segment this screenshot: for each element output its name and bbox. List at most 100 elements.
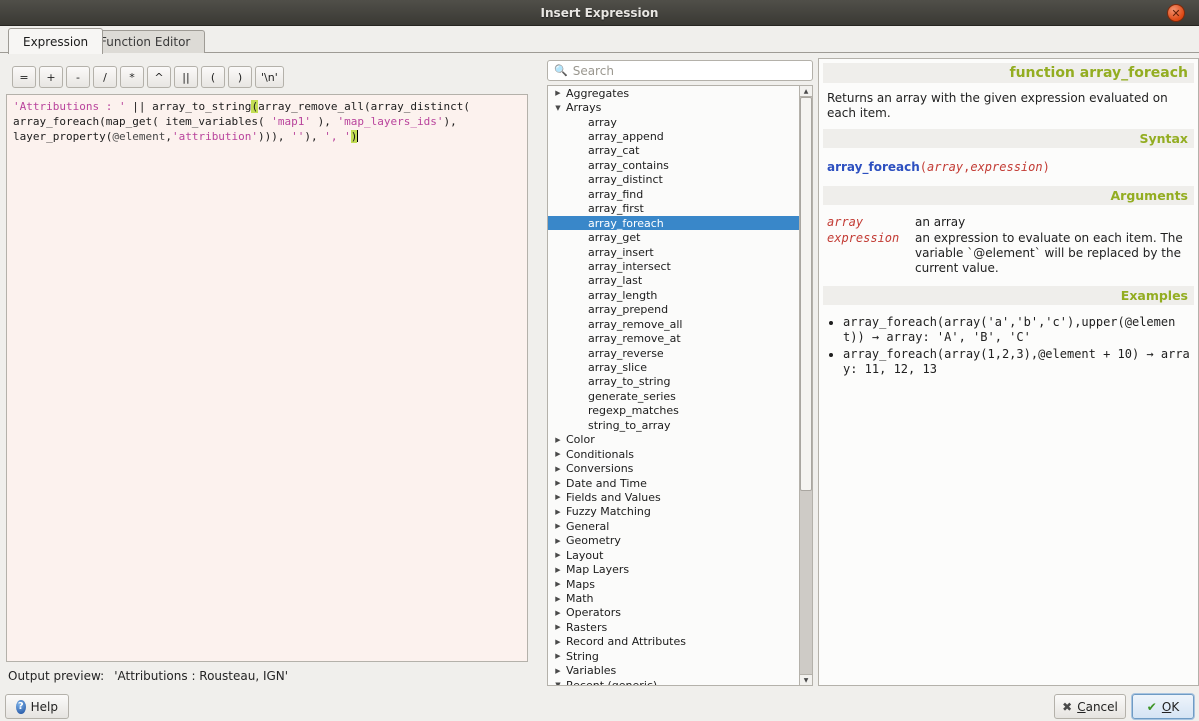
tree-function-array_distinct[interactable]: array_distinct: [548, 173, 812, 187]
tree-category-layout[interactable]: ▶Layout: [548, 548, 812, 562]
tree-category-variables[interactable]: ▶Variables: [548, 664, 812, 678]
tree-category-string[interactable]: ▶String: [548, 649, 812, 663]
search-input[interactable]: 🔍 Search: [547, 60, 813, 81]
tree-category-conversions[interactable]: ▶Conversions: [548, 461, 812, 475]
chevron-right-icon[interactable]: ▶: [553, 609, 563, 617]
ok-button[interactable]: ✔ OK: [1132, 694, 1194, 719]
tree-function-array_remove_all[interactable]: array_remove_all: [548, 317, 812, 331]
chevron-down-icon[interactable]: ▼: [553, 104, 563, 112]
operator-button-8[interactable]: ): [228, 66, 252, 88]
tree-category-rasters[interactable]: ▶Rasters: [548, 620, 812, 634]
tree-function-array_first[interactable]: array_first: [548, 202, 812, 216]
tab-expression[interactable]: Expression: [8, 28, 103, 54]
tree-function-array_slice[interactable]: array_slice: [548, 360, 812, 374]
tree-category-geometry[interactable]: ▶Geometry: [548, 534, 812, 548]
chevron-right-icon[interactable]: ▶: [553, 638, 563, 646]
tree-function-array_get[interactable]: array_get: [548, 230, 812, 244]
tree-category-conditionals[interactable]: ▶Conditionals: [548, 447, 812, 461]
tree-category-math[interactable]: ▶Math: [548, 591, 812, 605]
tree-category-operators[interactable]: ▶Operators: [548, 606, 812, 620]
tree-function-array_reverse[interactable]: array_reverse: [548, 346, 812, 360]
tree-category-record-and-attributes[interactable]: ▶Record and Attributes: [548, 635, 812, 649]
argument-description: an array: [915, 215, 1190, 230]
operator-button-9[interactable]: '\n': [255, 66, 284, 88]
chevron-right-icon[interactable]: ▶: [553, 89, 563, 97]
tree-category-map-layers[interactable]: ▶Map Layers: [548, 562, 812, 576]
tree-function-generate_series[interactable]: generate_series: [548, 389, 812, 403]
tree-function-array_remove_at[interactable]: array_remove_at: [548, 331, 812, 345]
chevron-right-icon[interactable]: ▶: [553, 652, 563, 660]
tree-category-fuzzy-matching[interactable]: ▶Fuzzy Matching: [548, 505, 812, 519]
chevron-right-icon[interactable]: ▶: [553, 522, 563, 530]
tree-item-label: Maps: [566, 578, 595, 591]
help-button[interactable]: ? Help: [5, 694, 69, 719]
tree-item-label: array_intersect: [588, 260, 671, 273]
chevron-right-icon[interactable]: ▶: [553, 508, 563, 516]
chevron-right-icon[interactable]: ▶: [553, 566, 563, 574]
operator-button-3[interactable]: /: [93, 66, 117, 88]
operator-button-1[interactable]: +: [39, 66, 63, 88]
operator-button-6[interactable]: ||: [174, 66, 198, 88]
tree-function-array[interactable]: array: [548, 115, 812, 129]
tree-function-array_length[interactable]: array_length: [548, 288, 812, 302]
close-icon[interactable]: ✕: [1167, 4, 1185, 22]
tab-function-editor[interactable]: Function Editor: [85, 30, 205, 53]
tree-item-label: regexp_matches: [588, 404, 679, 417]
chevron-right-icon[interactable]: ▶: [553, 667, 563, 675]
tree-function-array_last[interactable]: array_last: [548, 274, 812, 288]
tree-item-label: array_insert: [588, 246, 654, 259]
tree-item-label: array_last: [588, 274, 642, 287]
chevron-right-icon[interactable]: ▶: [553, 580, 563, 588]
tree-item-label: String: [566, 650, 599, 663]
chevron-right-icon[interactable]: ▶: [553, 479, 563, 487]
tree-category-aggregates[interactable]: ▶Aggregates: [548, 86, 812, 100]
tree-function-array_insert[interactable]: array_insert: [548, 245, 812, 259]
tree-scrollbar[interactable]: ▲ ▼: [799, 86, 812, 685]
chevron-right-icon[interactable]: ▶: [553, 493, 563, 501]
tree-function-array_intersect[interactable]: array_intersect: [548, 259, 812, 273]
tree-function-array_append[interactable]: array_append: [548, 129, 812, 143]
tree-function-array_prepend[interactable]: array_prepend: [548, 303, 812, 317]
chevron-down-icon[interactable]: ▼: [553, 681, 563, 686]
tree-function-regexp_matches[interactable]: regexp_matches: [548, 404, 812, 418]
tree-function-array_cat[interactable]: array_cat: [548, 144, 812, 158]
operator-button-2[interactable]: -: [66, 66, 90, 88]
scroll-up-icon[interactable]: ▲: [800, 86, 812, 97]
operator-button-0[interactable]: =: [12, 66, 36, 88]
tree-item-label: array_slice: [588, 361, 647, 374]
expression-editor[interactable]: 'Attributions : ' || array_to_string(arr…: [6, 94, 528, 662]
operator-button-7[interactable]: (: [201, 66, 225, 88]
chevron-right-icon[interactable]: ▶: [553, 450, 563, 458]
tree-category-maps[interactable]: ▶Maps: [548, 577, 812, 591]
tree-category-date-and-time[interactable]: ▶Date and Time: [548, 476, 812, 490]
scrollbar-thumb[interactable]: [800, 97, 812, 491]
scroll-down-icon[interactable]: ▼: [800, 674, 812, 685]
tree-function-array_find[interactable]: array_find: [548, 187, 812, 201]
tree-function-array_to_string[interactable]: array_to_string: [548, 375, 812, 389]
syntax-function-name: array_foreach: [827, 160, 920, 174]
tree-item-label: array_first: [588, 202, 644, 215]
cancel-button-label: Cancel: [1077, 700, 1118, 714]
tree-category-recent-generic-[interactable]: ▼Recent (generic): [548, 678, 812, 686]
tree-category-general[interactable]: ▶General: [548, 519, 812, 533]
tree-category-color[interactable]: ▶Color: [548, 433, 812, 447]
chevron-right-icon[interactable]: ▶: [553, 465, 563, 473]
tree-function-array_foreach[interactable]: array_foreach: [548, 216, 812, 230]
ok-check-icon: ✔: [1147, 700, 1157, 714]
tree-category-arrays[interactable]: ▼Arrays: [548, 100, 812, 114]
help-question-icon: ?: [16, 700, 26, 714]
operator-button-5[interactable]: ^: [147, 66, 171, 88]
tree-function-array_contains[interactable]: array_contains: [548, 158, 812, 172]
operator-button-4[interactable]: *: [120, 66, 144, 88]
cancel-button[interactable]: ✖ Cancel: [1054, 694, 1126, 719]
tree-item-label: array_length: [588, 289, 657, 302]
chevron-right-icon[interactable]: ▶: [553, 551, 563, 559]
tree-item-label: array_foreach: [588, 217, 664, 230]
chevron-right-icon[interactable]: ▶: [553, 595, 563, 603]
chevron-right-icon[interactable]: ▶: [553, 436, 563, 444]
tree-item-label: array_prepend: [588, 303, 668, 316]
chevron-right-icon[interactable]: ▶: [553, 537, 563, 545]
tree-function-string_to_array[interactable]: string_to_array: [548, 418, 812, 432]
chevron-right-icon[interactable]: ▶: [553, 623, 563, 631]
tree-category-fields-and-values[interactable]: ▶Fields and Values: [548, 490, 812, 504]
